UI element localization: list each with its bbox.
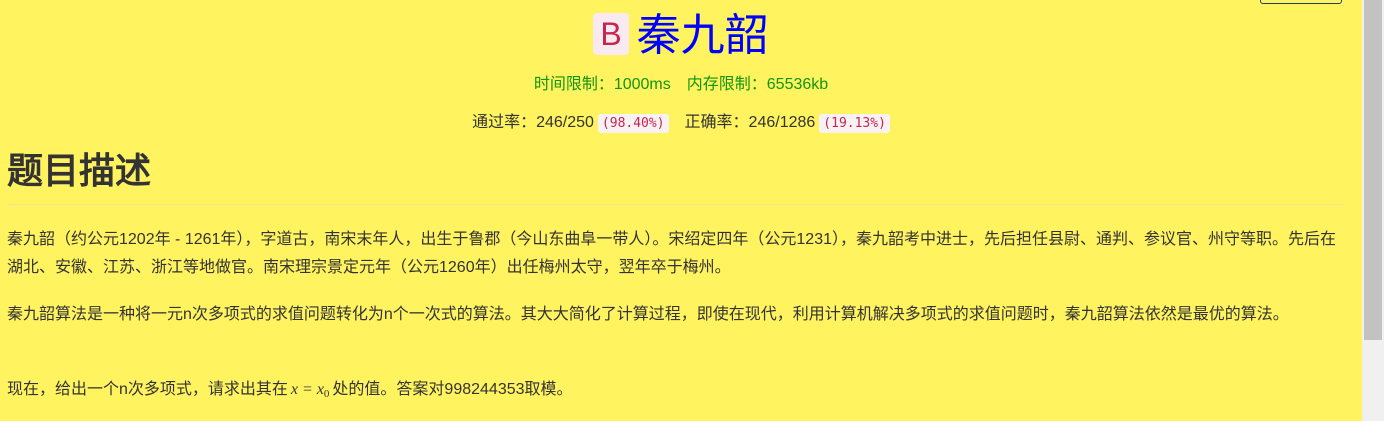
math-subscript: 0 [323, 388, 330, 400]
limits-line: 时间限制：1000ms 内存限制：65536kb [0, 75, 1362, 95]
vertical-scrollbar[interactable] [1362, 0, 1384, 421]
problem-title: 秦九韶 [636, 11, 769, 60]
memory-limit: 内存限制：65536kb [686, 76, 829, 93]
stats-line: 通过率：246/250 (98.40%) 正确率：246/1286 (19.13%) [0, 113, 1362, 134]
math-var: x [290, 381, 299, 398]
divider [7, 204, 1343, 205]
p3-text-after: 处的值。答案对998244353取模。 [332, 381, 573, 398]
p3-text-before: 现在，给出一个n次多项式，请求出其在 [7, 381, 288, 398]
pass-rate-percent: (98.40%) [597, 114, 669, 133]
description-paragraph-1: 秦九韶（约公元1202年 - 1261年），字道古，南宋末年人，出生于鲁郡（今山… [7, 231, 1337, 276]
description-paragraph-2: 秦九韶算法是一种将一元n次多项式的求值问题转化为n个一次式的算法。其大大简化了计… [7, 306, 1289, 323]
accuracy-percent: (19.13%) [819, 114, 890, 133]
problem-badge: B [593, 13, 629, 55]
problem-title-row: B 秦九韶 [0, 8, 1362, 64]
description-paragraph-3: 现在，给出一个n次多项式，请求出其在 x = x0 处的值。答案对998244353… [7, 376, 1343, 408]
math-eq: = [298, 381, 317, 398]
problem-page: B 秦九韶 时间限制：1000ms 内存限制：65536kb 通过率：246/250… [0, 0, 1362, 421]
math-x0: x [316, 381, 324, 398]
accuracy-label: 正确率：246/1286 [684, 114, 816, 131]
section-heading-description: 题目描述 [7, 150, 152, 191]
scrollbar-thumb[interactable] [1364, 0, 1382, 340]
top-button[interactable] [1260, 0, 1342, 4]
pass-rate-label: 通过率：246/250 [472, 114, 594, 131]
time-limit: 时间限制：1000ms [533, 76, 671, 93]
math-expression: x = x0 [290, 381, 330, 400]
